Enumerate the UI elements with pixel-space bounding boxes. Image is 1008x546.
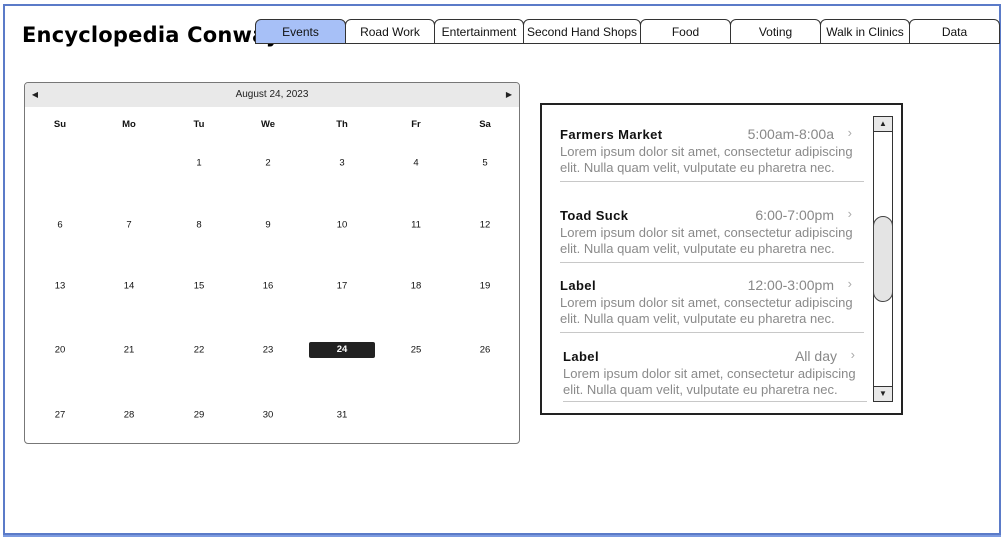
- calendar: ◀ August 24, 2023 ▶ Su Mo Tu We Th Fr Sa 1 2 3 4 5 6…: [24, 82, 520, 444]
- tab-voting[interactable]: Voting: [730, 19, 821, 44]
- calendar-day[interactable]: 11: [411, 220, 421, 231]
- tab-bar: Events Road Work Entertainment Second Ha…: [255, 19, 1000, 45]
- calendar-day[interactable]: 31: [337, 410, 348, 421]
- event-item[interactable]: Label 12:00-3:00pm › Lorem ipsum dolor s…: [560, 276, 864, 333]
- calendar-day[interactable]: 17: [337, 281, 348, 292]
- calendar-day[interactable]: 8: [196, 220, 201, 231]
- calendar-day[interactable]: 15: [194, 281, 205, 292]
- previous-month-icon[interactable]: ◀: [25, 83, 45, 107]
- event-item[interactable]: Label All day › Lorem ipsum dolor sit am…: [563, 347, 867, 402]
- event-time: All day: [794, 348, 837, 364]
- event-time: 5:00am-8:00a: [747, 126, 834, 142]
- scroll-down-icon[interactable]: ▼: [874, 386, 892, 401]
- calendar-day[interactable]: 7: [126, 220, 131, 231]
- calendar-day[interactable]: 23: [263, 345, 274, 356]
- scroll-up-icon[interactable]: ▲: [874, 117, 892, 132]
- weekday-header: Su: [53, 119, 67, 130]
- tab-events[interactable]: Events: [255, 19, 346, 44]
- weekday-header: Fr: [411, 119, 421, 130]
- calendar-day[interactable]: 6: [57, 220, 62, 231]
- calendar-day[interactable]: 27: [55, 410, 66, 421]
- event-title: Label: [560, 278, 596, 293]
- calendar-day[interactable]: 20: [55, 345, 66, 356]
- tab-walk-in-clinics[interactable]: Walk in Clinics: [820, 19, 910, 44]
- event-item[interactable]: Farmers Market 5:00am-8:00a › Lorem ipsu…: [560, 125, 864, 182]
- weekday-header: Th: [336, 119, 348, 130]
- calendar-day[interactable]: 28: [124, 410, 135, 421]
- chevron-right-icon: ›: [847, 276, 852, 291]
- calendar-day[interactable]: 22: [194, 345, 205, 356]
- tab-entertainment[interactable]: Entertainment: [434, 19, 524, 44]
- events-scrollbar[interactable]: ▲ ▼: [873, 116, 893, 402]
- calendar-day-selected[interactable]: 24: [309, 342, 375, 358]
- calendar-day[interactable]: 30: [263, 410, 274, 421]
- chevron-right-icon: ›: [847, 206, 852, 221]
- calendar-day[interactable]: 12: [480, 220, 491, 231]
- calendar-header: ◀ August 24, 2023 ▶: [25, 83, 519, 107]
- scrollbar-thumb[interactable]: [873, 216, 893, 302]
- tab-road-work[interactable]: Road Work: [345, 19, 435, 44]
- weekday-header: Tu: [193, 119, 205, 130]
- calendar-day[interactable]: 26: [480, 345, 491, 356]
- calendar-day[interactable]: 1: [196, 158, 201, 169]
- chevron-right-icon: ›: [850, 347, 855, 362]
- event-title: Farmers Market: [560, 127, 663, 142]
- weekday-header: We: [260, 119, 276, 130]
- calendar-day[interactable]: 9: [265, 220, 270, 231]
- tab-data[interactable]: Data: [909, 19, 1000, 44]
- chevron-right-icon: ›: [847, 125, 852, 140]
- calendar-day[interactable]: 21: [124, 345, 135, 356]
- weekday-header: Sa: [479, 119, 491, 130]
- calendar-day[interactable]: 10: [337, 220, 348, 231]
- event-title: Toad Suck: [560, 208, 629, 223]
- calendar-day[interactable]: 18: [411, 281, 422, 292]
- event-description: Lorem ipsum dolor sit amet, consectetur …: [560, 144, 853, 175]
- calendar-day[interactable]: 13: [55, 281, 66, 292]
- calendar-day[interactable]: 19: [480, 281, 491, 292]
- event-time: 12:00-3:00pm: [747, 277, 834, 293]
- event-time: 6:00-7:00pm: [755, 207, 834, 223]
- calendar-day[interactable]: 16: [263, 281, 274, 292]
- event-description: Lorem ipsum dolor sit amet, consectetur …: [560, 295, 853, 326]
- calendar-day[interactable]: 29: [194, 410, 205, 421]
- calendar-day[interactable]: 3: [339, 158, 344, 169]
- next-month-icon[interactable]: ▶: [499, 83, 519, 107]
- calendar-day[interactable]: 25: [411, 345, 422, 356]
- event-title: Label: [563, 349, 599, 364]
- tab-second-hand-shops[interactable]: Second Hand Shops: [523, 19, 641, 44]
- calendar-current-date: August 24, 2023: [235, 89, 309, 100]
- weekday-header: Mo: [122, 119, 136, 130]
- calendar-day[interactable]: 4: [413, 158, 418, 169]
- calendar-day[interactable]: 2: [265, 158, 270, 169]
- tab-food[interactable]: Food: [640, 19, 731, 44]
- app-title: Encyclopedia Conway: [22, 23, 280, 47]
- event-description: Lorem ipsum dolor sit amet, consectetur …: [563, 366, 856, 397]
- calendar-day[interactable]: 5: [482, 158, 487, 169]
- event-item[interactable]: Toad Suck 6:00-7:00pm › Lorem ipsum dolo…: [560, 206, 864, 263]
- events-list: Farmers Market 5:00am-8:00a › Lorem ipsu…: [540, 103, 903, 415]
- calendar-day[interactable]: 14: [124, 281, 135, 292]
- event-description: Lorem ipsum dolor sit amet, consectetur …: [560, 225, 853, 256]
